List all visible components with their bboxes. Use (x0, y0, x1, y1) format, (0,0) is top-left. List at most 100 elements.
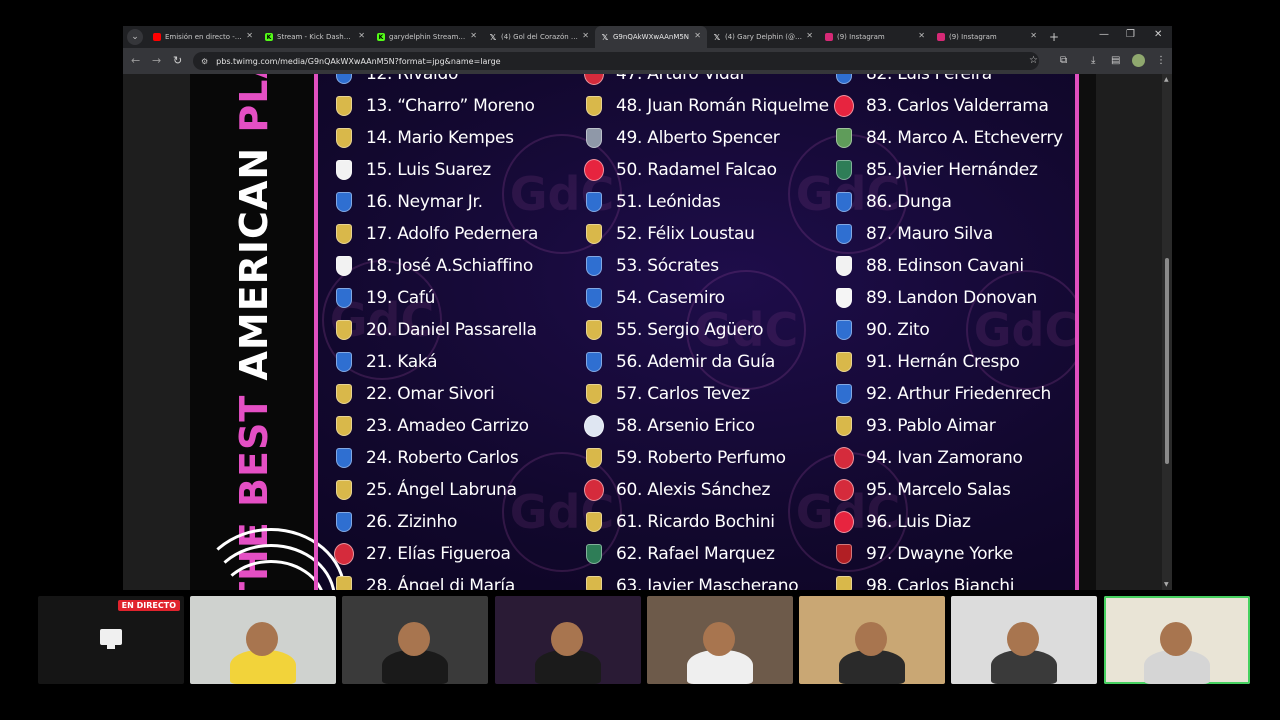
player-name: 94. Ivan Zamorano (866, 448, 1023, 468)
tab-label: Emisión en directo - YouTube (165, 33, 243, 41)
streamer-head (1160, 622, 1192, 656)
ranking-row: 96. Luis Diaz (834, 506, 971, 538)
argentina-crest-icon (334, 223, 354, 245)
tab-close-icon[interactable]: ✕ (582, 31, 589, 40)
browser-tab[interactable]: 𝕏 (4) Gol del Corazón en X ✕ (483, 26, 595, 48)
webcam-tile[interactable] (342, 596, 488, 684)
trinidad-crest-icon (834, 543, 854, 565)
chile-crest-icon (834, 447, 854, 469)
player-name: 51. Leónidas (616, 192, 721, 212)
ranking-row: 25. Ángel Labruna (334, 474, 517, 506)
tab-close-icon[interactable]: ✕ (1030, 31, 1037, 40)
webcam-tile[interactable] (190, 596, 336, 684)
image-edge (1079, 74, 1096, 590)
browser-tab[interactable]: Kgarydelphin Stream - Kick✕ (371, 26, 483, 48)
ranking-row: 18. José A.Schiaffino (334, 250, 533, 282)
ranking-row: 82. Luis Pereira (834, 74, 992, 90)
streamer-head (551, 622, 583, 656)
tab-close-icon[interactable]: ✕ (918, 31, 925, 40)
new-tab-icon[interactable]: + (1049, 26, 1059, 48)
browser-tab[interactable]: (9) Instagram ✕ (931, 26, 1043, 48)
player-name: 97. Dwayne Yorke (866, 544, 1013, 564)
profile-avatar[interactable] (1132, 54, 1145, 67)
tab-close-icon[interactable]: ✕ (246, 31, 253, 40)
ranking-row: 61. Ricardo Bochini (584, 506, 775, 538)
argentina-crest-icon (334, 575, 354, 590)
ranking-row: 83. Carlos Valderrama (834, 90, 1049, 122)
argentina-crest-icon (584, 511, 604, 533)
argentina-crest-icon (584, 447, 604, 469)
player-name: 21. Kaká (366, 352, 438, 372)
forward-icon[interactable]: → (152, 54, 161, 67)
scrollbar-thumb[interactable] (1165, 258, 1169, 464)
ranking-row: 15. Luis Suarez (334, 154, 491, 186)
ranking-row: 47. Arturo Vidal (584, 74, 744, 90)
minimize-icon[interactable]: — (1099, 29, 1109, 40)
ranking-row: 86. Dunga (834, 186, 952, 218)
menu-icon[interactable]: ⋮ (1156, 55, 1166, 66)
player-name: 20. Daniel Passarella (366, 320, 537, 340)
screen-share-tile[interactable]: EN DIRECTO (38, 596, 184, 684)
tab-close-icon[interactable]: ✕ (694, 31, 701, 40)
ecuador-crest-icon (584, 127, 604, 149)
player-name: 86. Dunga (866, 192, 952, 212)
ranking-row: 63. Javier Mascherano (584, 570, 799, 590)
colombia-crest-icon (834, 511, 854, 533)
browser-tab[interactable]: (9) Instagram ✕ (819, 26, 931, 48)
browser-tab[interactable]: Emisión en directo - YouTube✕ (147, 26, 259, 48)
player-name: 17. Adolfo Pedernera (366, 224, 539, 244)
player-name: 19. Cafú (366, 288, 436, 308)
player-name: 58. Arsenio Erico (616, 416, 755, 436)
player-name: 84. Marco A. Etcheverry (866, 128, 1063, 148)
download-icon[interactable]: ⤓ (1091, 55, 1095, 66)
player-name: 52. Félix Loustau (616, 224, 755, 244)
webcam-tile[interactable] (495, 596, 641, 684)
restore-icon[interactable]: ❐ (1126, 29, 1135, 40)
address-bar[interactable]: ⚙ pbs.twimg.com/media/G9nQAkWXwAAnM5N?fo… (193, 52, 1039, 70)
back-icon[interactable]: ← (131, 54, 140, 67)
live-badge: EN DIRECTO (117, 600, 180, 611)
title-panel: THE BEST AMERICAN PLA (190, 74, 346, 590)
argentina-crest-icon (584, 383, 604, 405)
browser-tab[interactable]: 𝕏 (4) Gary Delphin (@gary ✕ (707, 26, 819, 48)
webcam-strip: EN DIRECTO (38, 596, 1260, 684)
close-window-icon[interactable]: ✕ (1154, 29, 1162, 40)
site-info-icon[interactable]: ⚙ (201, 57, 208, 66)
tab-close-icon[interactable]: ✕ (358, 31, 365, 40)
ranking-row: 14. Mario Kempes (334, 122, 514, 154)
ranking-row: 23. Amadeo Carrizo (334, 410, 529, 442)
webcam-tile[interactable] (647, 596, 793, 684)
extension-icon[interactable]: ▤ (1111, 55, 1120, 66)
ranking-row: 85. Javier Hernández (834, 154, 1038, 186)
brazil-crest-icon (834, 223, 854, 245)
bookmark-star-icon[interactable]: ☆ (1029, 55, 1038, 66)
scrollbar[interactable]: ▲ ▼ (1162, 74, 1172, 590)
webcam-tile[interactable] (799, 596, 945, 684)
instagram-icon (825, 33, 833, 41)
streamer-head (246, 622, 278, 656)
tab-close-icon[interactable]: ✕ (470, 31, 477, 40)
ranking-row: 89. Landon Donovan (834, 282, 1037, 314)
ranking-row: 22. Omar Sivori (334, 378, 495, 410)
scroll-up-arrow-icon[interactable]: ▲ (1164, 76, 1169, 83)
ranking-row: 57. Carlos Tevez (584, 378, 750, 410)
ranking-row: 93. Pablo Aimar (834, 410, 996, 442)
browser-tab[interactable]: K Stream - Kick Dashboard✕ (259, 26, 371, 48)
reload-icon[interactable]: ↻ (173, 54, 182, 67)
scroll-down-arrow-icon[interactable]: ▼ (1164, 581, 1169, 588)
browser-tab[interactable]: 𝕏 G9nQAkWXwAAnM5N ✕ (595, 26, 707, 48)
ranking-row: 24. Roberto Carlos (334, 442, 519, 474)
player-name: 90. Zito (866, 320, 930, 340)
x-icon: 𝕏 (601, 32, 609, 42)
tab-label: (4) Gol del Corazón en X (501, 33, 579, 41)
webcam-tile[interactable] (951, 596, 1097, 684)
player-name: 26. Zizinho (366, 512, 458, 532)
brazil-crest-icon (584, 351, 604, 373)
tab-close-icon[interactable]: ✕ (806, 31, 813, 40)
player-name: 24. Roberto Carlos (366, 448, 519, 468)
webcam-tile[interactable] (1104, 596, 1250, 684)
tab-search-icon[interactable]: ⌄ (127, 29, 143, 45)
extensions-icon[interactable]: ⧉ (1060, 55, 1067, 66)
player-name: 95. Marcelo Salas (866, 480, 1011, 500)
chile-crest-icon (584, 479, 604, 501)
